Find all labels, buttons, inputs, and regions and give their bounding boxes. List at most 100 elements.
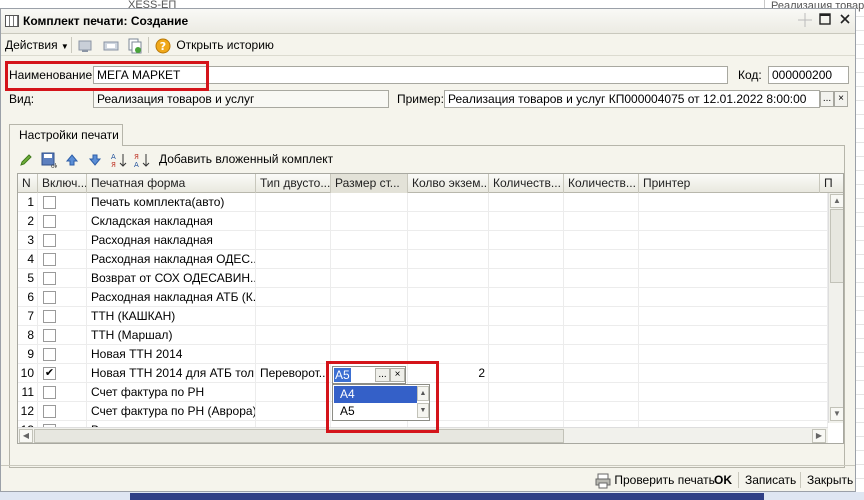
cell-print-form[interactable]: ТТН (Маршал) bbox=[87, 326, 256, 345]
cell-n[interactable]: 11 bbox=[18, 383, 38, 402]
cell-quantity-2[interactable] bbox=[564, 345, 639, 364]
cell-quantity-1[interactable] bbox=[489, 383, 564, 402]
scroll-right-icon[interactable]: ▶ bbox=[812, 429, 826, 443]
enabled-checkbox[interactable] bbox=[43, 386, 56, 399]
dropdown-scroll-down-icon[interactable]: ▼ bbox=[417, 403, 429, 418]
cell-print-form[interactable]: Печать комплекта(авто) bbox=[87, 193, 256, 212]
table-row[interactable]: 1 Печать комплекта(авто) bbox=[18, 193, 828, 212]
cell-print-form[interactable]: Расходная накладная bbox=[87, 231, 256, 250]
enabled-checkbox[interactable] bbox=[43, 196, 56, 209]
cell-copies[interactable] bbox=[408, 250, 489, 269]
scroll-thumb[interactable] bbox=[830, 209, 843, 283]
column-header-p[interactable]: П bbox=[820, 174, 843, 193]
table-row[interactable]: 10 ✔ Новая ТТН 2014 для АТБ тол... Переворо… bbox=[18, 364, 828, 383]
cell-page-size[interactable] bbox=[331, 288, 408, 307]
cell-n[interactable]: 2 bbox=[18, 212, 38, 231]
cell-enabled[interactable] bbox=[38, 250, 87, 269]
column-header-printer[interactable]: Принтер bbox=[639, 174, 820, 193]
ok-button[interactable]: OK bbox=[714, 472, 732, 488]
cell-duplex[interactable] bbox=[256, 345, 331, 364]
cell-printer[interactable] bbox=[639, 288, 828, 307]
cell-enabled[interactable] bbox=[38, 326, 87, 345]
cell-printer[interactable] bbox=[639, 402, 828, 421]
cell-print-form[interactable]: Складская накладная bbox=[87, 212, 256, 231]
cell-copies[interactable] bbox=[408, 288, 489, 307]
cell-printer[interactable] bbox=[639, 307, 828, 326]
cell-duplex[interactable] bbox=[256, 402, 331, 421]
column-header-n[interactable]: N bbox=[18, 174, 38, 193]
cell-copies[interactable] bbox=[408, 307, 489, 326]
cell-duplex[interactable] bbox=[256, 250, 331, 269]
cell-printer[interactable] bbox=[639, 250, 828, 269]
enabled-checkbox[interactable] bbox=[43, 253, 56, 266]
cell-quantity-2[interactable] bbox=[564, 288, 639, 307]
enabled-checkbox[interactable] bbox=[43, 329, 56, 342]
cell-enabled[interactable] bbox=[38, 212, 87, 231]
page-size-value[interactable]: А5 bbox=[334, 368, 351, 382]
cell-print-form[interactable]: Расходная накладная ОДЕС... bbox=[87, 250, 256, 269]
cell-quantity-1[interactable] bbox=[489, 402, 564, 421]
vertical-scrollbar[interactable]: ▲ ▼ bbox=[828, 193, 843, 423]
cell-duplex[interactable] bbox=[256, 307, 331, 326]
object-icon[interactable] bbox=[103, 37, 119, 53]
example-clear-button[interactable]: × bbox=[834, 91, 848, 107]
cell-enabled[interactable] bbox=[38, 269, 87, 288]
scroll-left-icon[interactable]: ◀ bbox=[19, 429, 33, 443]
column-header-page-size[interactable]: Размер ст... bbox=[331, 174, 408, 193]
cell-enabled[interactable] bbox=[38, 193, 87, 212]
cell-enabled[interactable]: ✔ bbox=[38, 364, 87, 383]
cell-page-size[interactable] bbox=[331, 307, 408, 326]
cell-quantity-2[interactable] bbox=[564, 212, 639, 231]
cell-n[interactable]: 6 bbox=[18, 288, 38, 307]
copy-document-icon[interactable] bbox=[127, 37, 143, 54]
cell-enabled[interactable] bbox=[38, 345, 87, 364]
cell-print-form[interactable]: Новая ТТН 2014 для АТБ тол... bbox=[87, 364, 256, 383]
cell-printer[interactable] bbox=[639, 364, 828, 383]
dropdown-option-a5[interactable]: А5 bbox=[334, 403, 417, 420]
cell-quantity-2[interactable] bbox=[564, 326, 639, 345]
open-history-button[interactable]: ? Открыть историю bbox=[155, 37, 274, 54]
cell-duplex[interactable]: Переворот... bbox=[256, 364, 331, 383]
cell-printer[interactable] bbox=[639, 345, 828, 364]
enabled-checkbox[interactable] bbox=[43, 291, 56, 304]
check-print-button[interactable]: Проверить печать bbox=[595, 472, 715, 489]
cell-page-size[interactable] bbox=[331, 250, 408, 269]
cell-page-size[interactable] bbox=[331, 326, 408, 345]
column-header-enabled[interactable]: Включ... bbox=[38, 174, 87, 193]
cell-copies[interactable] bbox=[408, 212, 489, 231]
scroll-up-icon[interactable]: ▲ bbox=[830, 194, 843, 208]
enabled-checkbox[interactable] bbox=[43, 272, 56, 285]
cell-duplex[interactable] bbox=[256, 288, 331, 307]
cell-duplex[interactable] bbox=[256, 193, 331, 212]
page-size-select-button[interactable]: ... bbox=[375, 368, 390, 382]
table-row[interactable]: 6 Расходная накладная АТБ (К... bbox=[18, 288, 828, 307]
sort-descending-icon[interactable]: ЯA bbox=[134, 151, 150, 168]
cell-copies[interactable]: 2 bbox=[408, 364, 489, 383]
dropdown-scrollbar[interactable]: ▲ ▼ bbox=[417, 386, 429, 419]
save-icon[interactable]: ok bbox=[41, 151, 57, 168]
cell-n[interactable]: 9 bbox=[18, 345, 38, 364]
cell-quantity-2[interactable] bbox=[564, 402, 639, 421]
code-input[interactable]: 000000200 bbox=[768, 66, 849, 84]
move-down-icon[interactable] bbox=[88, 151, 102, 167]
cell-print-form[interactable]: Счет фактура по РН (Аврора) bbox=[87, 402, 256, 421]
cell-duplex[interactable] bbox=[256, 231, 331, 250]
cell-quantity-1[interactable] bbox=[489, 307, 564, 326]
example-select-button[interactable]: ... bbox=[820, 91, 834, 107]
close-button[interactable]: Закрыть bbox=[807, 472, 853, 488]
dropdown-scroll-up-icon[interactable]: ▲ bbox=[417, 386, 429, 401]
cell-quantity-1[interactable] bbox=[489, 231, 564, 250]
cell-duplex[interactable] bbox=[256, 269, 331, 288]
cell-quantity-1[interactable] bbox=[489, 269, 564, 288]
cell-quantity-1[interactable] bbox=[489, 212, 564, 231]
dropdown-option-a4[interactable]: А4 bbox=[334, 386, 417, 403]
move-up-icon[interactable] bbox=[65, 151, 79, 167]
column-header-print-form[interactable]: Печатная форма bbox=[87, 174, 256, 193]
cell-copies[interactable] bbox=[408, 345, 489, 364]
cell-quantity-2[interactable] bbox=[564, 307, 639, 326]
cell-n[interactable]: 5 bbox=[18, 269, 38, 288]
column-header-quantity-2[interactable]: Количеств... bbox=[564, 174, 639, 193]
title-bar[interactable]: Комплект печати: Создание bbox=[1, 9, 855, 34]
cell-quantity-2[interactable] bbox=[564, 250, 639, 269]
page-size-editor[interactable]: А5 ... × bbox=[332, 366, 406, 384]
